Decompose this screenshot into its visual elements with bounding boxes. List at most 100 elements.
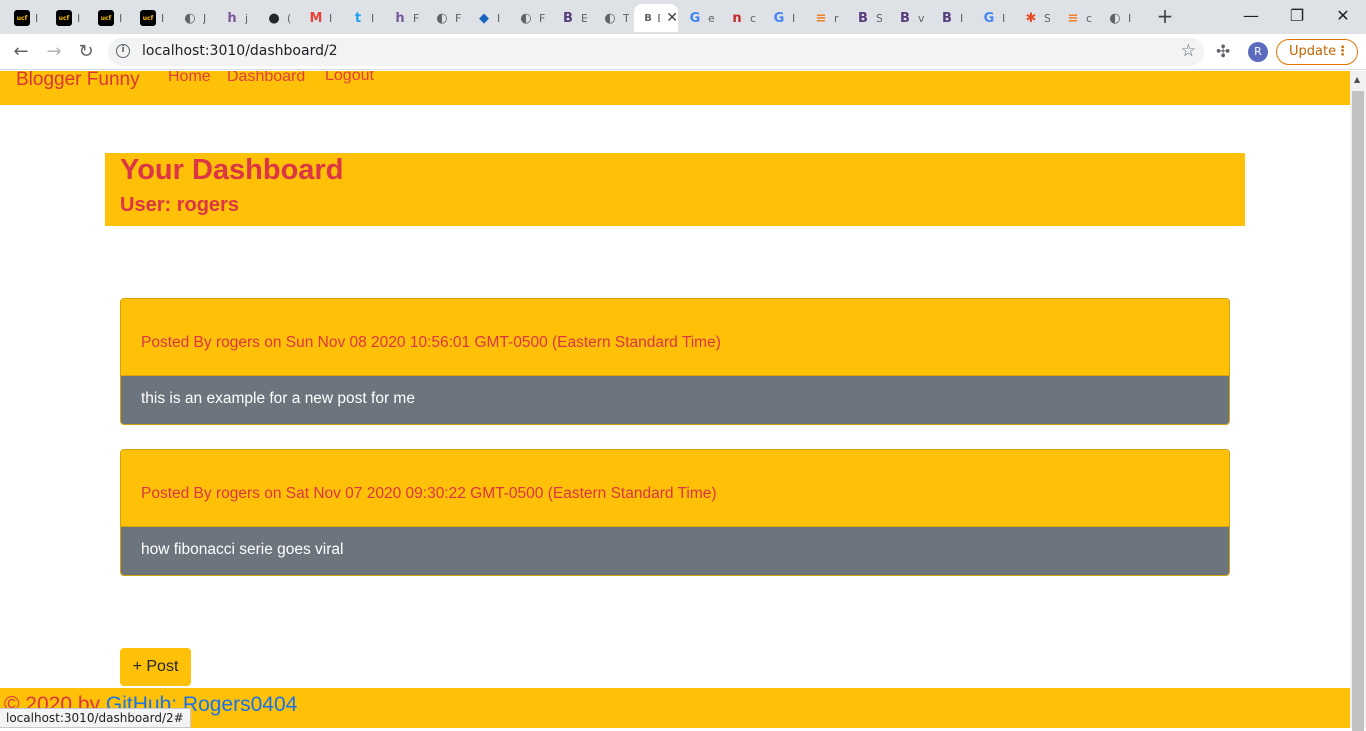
post-card[interactable]: Posted By rogers on Sun Nov 08 2020 10:5… [120, 298, 1230, 425]
browser-tab[interactable]: ◐ F [508, 4, 549, 32]
browser-tab[interactable]: ucf I [130, 4, 171, 32]
browser-tab[interactable]: ◐ T [592, 4, 633, 32]
post-meta: Posted By rogers on Sun Nov 08 2020 10:5… [141, 334, 721, 351]
tab-title: S [876, 11, 882, 25]
tab-title: I [329, 11, 333, 25]
browser-tab[interactable]: ≡ r [803, 4, 844, 32]
browser-tab[interactable]: ◐ F [424, 4, 465, 32]
browser-tab[interactable]: hj [214, 4, 255, 32]
new-post-button[interactable]: + Post [120, 648, 191, 686]
ucf-icon: ucf [98, 10, 114, 26]
tab-title: v [918, 11, 924, 25]
address-bar[interactable]: i localhost:3010/dashboard/2 ☆ [108, 38, 1204, 66]
browser-tab[interactable]: ucf I [4, 4, 45, 32]
browser-tab[interactable]: BI [929, 4, 970, 32]
page-scrollbar[interactable]: ▲ [1350, 71, 1366, 731]
post-card[interactable]: Posted By rogers on Sat Nov 07 2020 09:3… [120, 449, 1230, 576]
tab-title: I [1128, 11, 1132, 25]
tab-title: r [834, 11, 839, 25]
browser-tab[interactable]: Ge [677, 4, 718, 32]
site-info-icon[interactable]: i [116, 44, 130, 58]
globe-icon: ◐ [520, 10, 532, 26]
ucf-icon: ucf [140, 10, 156, 26]
bootstrap-icon: B [900, 10, 910, 26]
browser-tab[interactable]: ✱ S [1013, 4, 1054, 32]
address-url[interactable]: localhost:3010/dashboard/2 [142, 43, 338, 59]
tab-title: c [750, 11, 756, 25]
back-arrow-icon[interactable]: ← [9, 40, 33, 64]
scroll-up-arrow-icon[interactable]: ▲ [1354, 75, 1360, 84]
brand-link[interactable]: Blogger Funny [16, 71, 140, 91]
stackoverflow-icon: ≡ [815, 10, 827, 26]
cube-icon: ◆ [479, 10, 489, 26]
netlify-icon: n [732, 10, 742, 26]
browser-tab[interactable]: ◐ I [1097, 4, 1138, 32]
tab-title: I [119, 11, 123, 25]
browser-tab[interactable]: ucf I [46, 4, 87, 32]
globe-icon: ◐ [604, 10, 616, 26]
site-navbar: Blogger Funny Home Dashboard Logout [0, 71, 1350, 105]
nav-link-logout[interactable]: Logout [325, 71, 374, 85]
tab-title: J [203, 11, 207, 25]
tab-title: I [161, 11, 165, 25]
close-window-button[interactable]: ✕ [1320, 4, 1366, 28]
tab-title: I [960, 11, 964, 25]
tab-title: S [1044, 11, 1050, 25]
tab-title: e [708, 11, 714, 25]
heroku-icon: h [395, 10, 405, 26]
globe-icon: ◐ [436, 10, 448, 26]
browser-tab[interactable]: BB✕ [634, 4, 678, 32]
tab-title: F [539, 11, 545, 25]
google-icon: G [773, 10, 785, 26]
post-meta: Posted By rogers on Sat Nov 07 2020 09:3… [141, 485, 717, 502]
browser-tab[interactable]: ◐ J [172, 4, 213, 32]
scrollbar-thumb[interactable] [1352, 91, 1364, 731]
browser-tab[interactable]: Bv [887, 4, 928, 32]
restore-button[interactable]: ❐ [1274, 4, 1320, 28]
browser-tab[interactable]: GI [971, 4, 1012, 32]
extensions-puzzle-icon[interactable]: ✣ [1216, 42, 1230, 62]
tab-title: E [581, 11, 587, 25]
ucf-icon: ucf [14, 10, 30, 26]
update-button[interactable]: Update ⋮ [1276, 39, 1358, 65]
tab-title: F [413, 11, 419, 25]
bookmark-star-icon[interactable]: ☆ [1181, 41, 1196, 61]
github-icon: ● [268, 10, 280, 26]
stackoverflow-icon: ≡ [1067, 10, 1079, 26]
browser-tab[interactable]: ≡ c [1055, 4, 1096, 32]
heroku-icon: h [227, 10, 237, 26]
browser-tab[interactable]: tI [340, 4, 381, 32]
tab-title: j [245, 11, 249, 25]
nav-link-home[interactable]: Home [168, 71, 211, 86]
menu-dots-icon: ⋮ [1336, 44, 1349, 59]
new-tab-button[interactable]: + [1155, 6, 1175, 26]
post-text: how fibonacci serie goes viral [141, 541, 344, 558]
browser-tab[interactable]: MI [298, 4, 339, 32]
browser-tab[interactable]: hF [382, 4, 423, 32]
browser-tab[interactable]: GI [761, 4, 802, 32]
tab-title: I [371, 11, 375, 25]
tab-title: I [497, 11, 501, 25]
browser-tab[interactable]: ●( [256, 4, 297, 32]
tab-title: I [1002, 11, 1006, 25]
minimize-button[interactable]: — [1228, 4, 1274, 28]
profile-avatar[interactable]: R [1248, 42, 1268, 62]
nav-link-dashboard[interactable]: Dashboard [227, 71, 305, 86]
dashboard-header: Your Dashboard User: rogers [105, 153, 1245, 226]
bootstrap-icon: B [942, 10, 952, 26]
tab-title: I [35, 11, 39, 25]
browser-tab[interactable]: BS [845, 4, 886, 32]
browser-tab[interactable]: ◆ I [466, 4, 507, 32]
browser-tab[interactable]: nc [719, 4, 760, 32]
tab-title: T [623, 11, 629, 25]
forward-arrow-icon[interactable]: → [42, 40, 66, 64]
reload-icon[interactable]: ↻ [74, 40, 98, 64]
tab-title: I [792, 11, 796, 25]
post-card-header: Posted By rogers on Sun Nov 08 2020 10:5… [121, 299, 1229, 376]
browser-tab[interactable]: ucf I [88, 4, 129, 32]
bootstrap-icon: B [563, 10, 573, 26]
user-line: User: rogers [120, 194, 239, 216]
google-icon: G [983, 10, 995, 26]
globe-icon: ◐ [1109, 10, 1121, 26]
browser-tab[interactable]: BE [550, 4, 591, 32]
